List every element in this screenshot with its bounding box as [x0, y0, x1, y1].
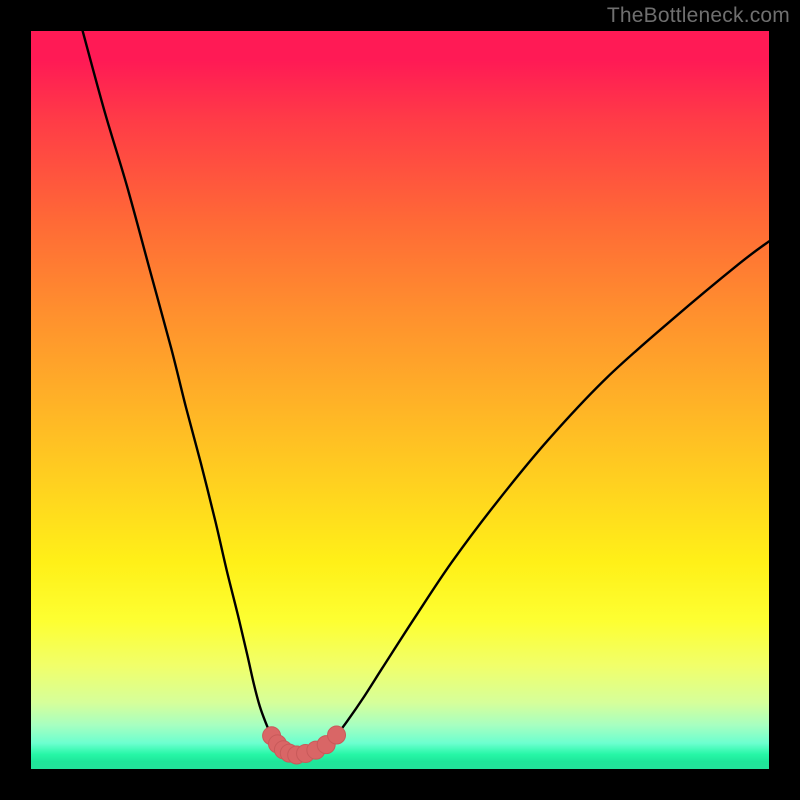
curve-line	[83, 31, 769, 755]
valley-marker	[328, 726, 346, 744]
valley-markers	[263, 726, 346, 764]
watermark-text: TheBottleneck.com	[607, 4, 790, 28]
plot-area	[31, 31, 769, 769]
chart-frame: TheBottleneck.com	[0, 0, 800, 800]
bottleneck-curve	[31, 31, 769, 769]
